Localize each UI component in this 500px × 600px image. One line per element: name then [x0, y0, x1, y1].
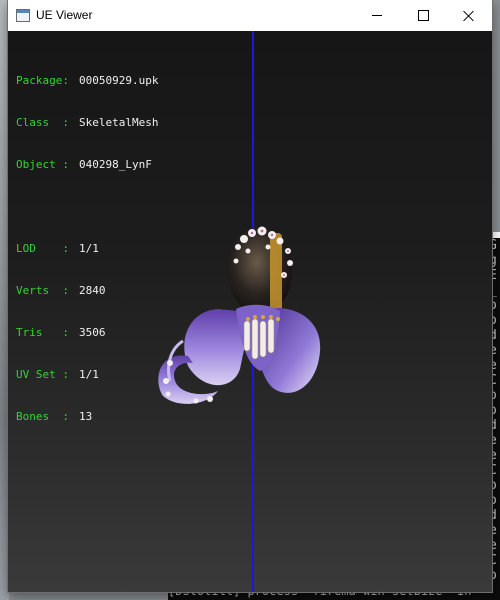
uvset-value: 1/1 [79, 368, 99, 381]
object-value: 040298_LynF [79, 158, 152, 171]
tris-label: Tris : [16, 326, 76, 339]
uvset-label: UV Set : [16, 368, 76, 381]
close-icon [463, 10, 475, 22]
close-button[interactable] [446, 0, 492, 31]
title-bar[interactable]: UE Viewer [8, 0, 492, 31]
class-row: Class : SkeletalMesh [16, 116, 158, 130]
3d-viewport[interactable]: Package: 00050929.upk Class : SkeletalMe… [8, 31, 492, 592]
verts-row: Verts : 2840 [16, 284, 158, 298]
verts-label: Verts : [16, 284, 76, 297]
tris-row: Tris : 3506 [16, 326, 158, 340]
object-label: Object : [16, 158, 76, 171]
maximize-icon [417, 10, 429, 21]
lod-row: LOD : 1/1 [16, 242, 158, 256]
package-row: Package: 00050929.upk [16, 74, 158, 88]
minimize-button[interactable] [354, 0, 400, 31]
lod-value: 1/1 [79, 242, 99, 255]
ue-viewer-window[interactable]: UE Viewer Package: 00050929.upk Class : … [8, 0, 492, 592]
app-window-icon [16, 9, 30, 22]
gold-band [270, 233, 282, 311]
mesh-info-overlay: Package: 00050929.upk Class : SkeletalMe… [16, 46, 158, 452]
class-value: SkeletalMesh [79, 116, 159, 129]
skeletal-mesh-render [158, 226, 321, 404]
bones-value: 13 [79, 410, 93, 423]
window-title: UE Viewer [36, 8, 93, 22]
class-label: Class : [16, 116, 76, 129]
bones-row: Bones : 13 [16, 410, 158, 424]
uvset-row: UV Set : 1/1 [16, 368, 158, 382]
bones-label: Bones : [16, 410, 76, 423]
object-row: Object : 040298_LynF [16, 158, 158, 172]
lod-label: LOD : [16, 242, 76, 255]
maximize-button[interactable] [400, 0, 446, 31]
verts-value: 2840 [79, 284, 106, 297]
minimize-icon [372, 15, 382, 16]
package-label: Package: [16, 74, 76, 87]
package-value: 00050929.upk [79, 74, 159, 87]
tris-value: 3506 [79, 326, 106, 339]
